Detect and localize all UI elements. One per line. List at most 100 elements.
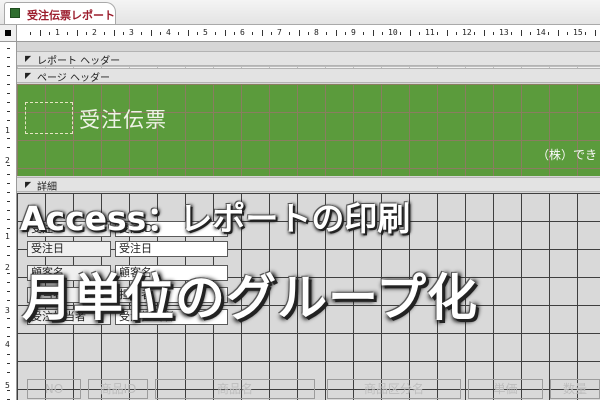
section-arrow-icon: ◤ — [25, 180, 32, 189]
ruler-number: 12 — [462, 28, 472, 37]
ruler-tick — [326, 32, 328, 35]
ruler-tick — [76, 30, 78, 36]
ruler-tick — [7, 300, 10, 301]
ruler-tick — [446, 30, 448, 36]
section-bar-page-header[interactable]: ◤ ページ ヘッダー — [17, 68, 600, 84]
section-label: レポート ヘッダー — [37, 56, 121, 67]
ruler-tick — [7, 219, 10, 220]
ruler-tick — [594, 30, 596, 36]
ruler-tick — [196, 32, 198, 35]
ruler-tick — [7, 111, 10, 112]
ruler-tick — [7, 246, 10, 247]
ruler-tick — [529, 32, 531, 35]
ruler-tick — [557, 30, 559, 36]
ruler-number: 4 — [166, 28, 171, 37]
ruler-tick — [270, 32, 272, 35]
ruler-tick — [566, 32, 568, 35]
document-tab-strip: 受注伝票レポート — [0, 0, 600, 25]
ruler-number: 5 — [5, 381, 10, 390]
ruler-tick — [511, 32, 513, 35]
ruler-tick — [418, 32, 420, 35]
column-header-quantity[interactable]: 数量 — [550, 379, 600, 399]
ruler-tick — [7, 336, 10, 337]
ruler-number: 8 — [314, 28, 319, 37]
ruler-tick — [7, 318, 10, 319]
section-bar-report-header[interactable]: ◤ レポート ヘッダー — [17, 51, 600, 67]
ruler-tick — [7, 282, 10, 283]
ruler-number: 9 — [351, 28, 356, 37]
ruler-tick — [141, 32, 143, 35]
ruler-tick — [122, 32, 124, 35]
ruler-tick — [7, 228, 10, 229]
ruler-tick — [400, 32, 402, 35]
ruler-tick — [7, 48, 10, 49]
ruler-tick — [85, 32, 87, 35]
column-header-no[interactable]: NO — [27, 379, 81, 399]
ruler-tick — [215, 32, 217, 35]
report-title[interactable]: 受注伝票 — [79, 104, 167, 134]
ruler-tick — [585, 32, 587, 35]
ruler-tick — [7, 93, 10, 94]
ruler-tick — [298, 30, 300, 36]
ruler-tick — [7, 147, 10, 148]
tab-label: 受注伝票レポート — [27, 9, 115, 22]
ruler-tick — [104, 32, 106, 35]
company-name[interactable]: （株）でき — [537, 146, 597, 163]
ruler-tick — [233, 32, 235, 35]
horizontal-ruler[interactable]: 1 2 3 4 5 6 7 8 9 10 11 12 13 14 15 — [17, 25, 600, 42]
ruler-tick — [7, 183, 10, 184]
ruler-number: 10 — [388, 28, 398, 37]
section-arrow-icon: ◤ — [25, 54, 32, 63]
ruler-corner-selector[interactable] — [0, 25, 17, 42]
ruler-number: 13 — [499, 28, 509, 37]
ruler-number: 7 — [277, 28, 282, 37]
ruler-tick — [261, 30, 263, 36]
ruler-tick — [224, 30, 226, 36]
ruler-tick — [7, 255, 10, 256]
label-order-date[interactable]: 受注日 — [27, 241, 111, 257]
ruler-tick — [7, 174, 10, 175]
ruler-tick — [7, 273, 10, 274]
ruler-tick — [159, 32, 161, 35]
page-header-area[interactable]: 受注伝票 （株）でき — [17, 84, 600, 176]
ruler-tick — [520, 30, 522, 36]
ruler-number: 1 — [5, 232, 10, 241]
ruler-number: 3 — [129, 28, 134, 37]
ruler-tick — [48, 32, 50, 35]
section-label: 詳細 — [37, 182, 57, 193]
ruler-tick — [7, 201, 10, 202]
tab-report[interactable]: 受注伝票レポート — [4, 2, 116, 24]
report-icon — [10, 8, 20, 18]
ruler-tick — [7, 354, 10, 355]
ruler-tick — [30, 32, 32, 35]
ruler-tick — [7, 66, 10, 67]
ruler-number: 14 — [536, 28, 546, 37]
section-arrow-icon: ◤ — [25, 71, 32, 80]
ruler-tick — [7, 291, 10, 292]
column-header-product-id[interactable]: 商品ID — [88, 379, 148, 399]
column-header-category[interactable]: 商品区分名 — [327, 379, 461, 399]
ruler-tick — [344, 32, 346, 35]
section-label: ページ ヘッダー — [37, 73, 110, 84]
ruler-tick — [150, 30, 152, 36]
ruler-number: 15 — [573, 28, 583, 37]
ruler-tick — [548, 32, 550, 35]
column-header-unit-price[interactable]: 単価 — [468, 379, 543, 399]
ruler-tick — [252, 32, 254, 35]
ruler-tick — [187, 30, 189, 36]
ruler-tick — [7, 57, 10, 58]
ruler-number: 3 — [5, 306, 10, 315]
ruler-number: 2 — [5, 156, 10, 165]
column-header-product-name[interactable]: 商品名 — [155, 379, 315, 399]
section-bar-detail[interactable]: ◤ 詳細 — [17, 177, 600, 193]
ruler-tick — [7, 210, 10, 211]
ruler-tick — [7, 192, 10, 193]
ruler-tick — [7, 84, 10, 85]
ruler-tick — [7, 390, 10, 391]
ruler-number: 6 — [240, 28, 245, 37]
vertical-ruler[interactable]: 1 2 1 2 3 4 5 — [0, 42, 17, 400]
ruler-number: 11 — [425, 28, 435, 37]
textbox-order-date[interactable]: 受注日 — [115, 241, 228, 257]
ruler-tick — [455, 32, 457, 35]
image-placeholder[interactable] — [25, 102, 73, 134]
